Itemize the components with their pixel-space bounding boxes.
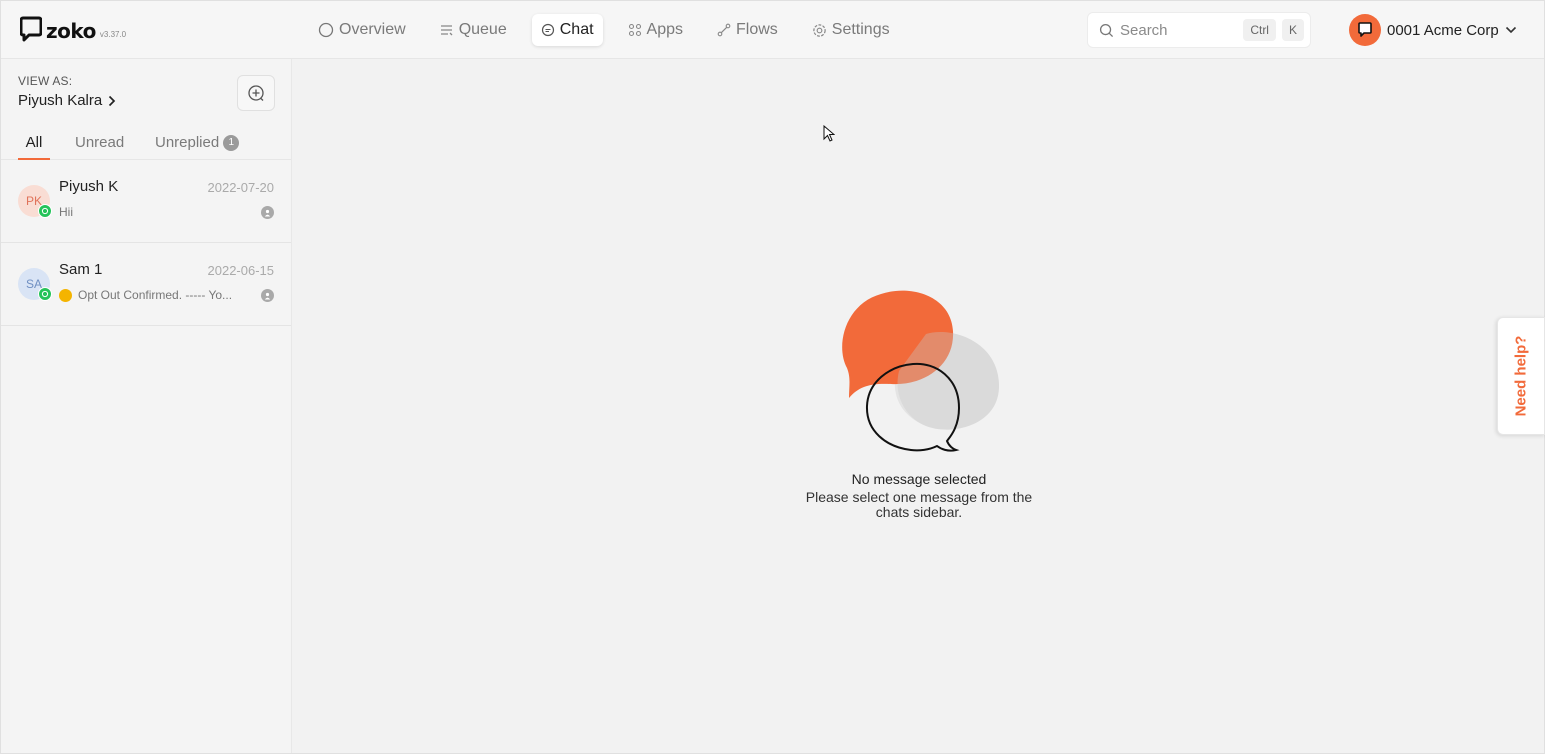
- logo[interactable]: zoko v3.37.0: [20, 16, 126, 42]
- whatsapp-icon: [38, 287, 52, 301]
- nav-overview-label: Overview: [339, 21, 406, 38]
- chevron-down-icon: [1505, 26, 1516, 34]
- unreplied-count-badge: 1: [223, 135, 240, 151]
- org-name: 0001 Acme Corp: [1387, 21, 1499, 39]
- nav-overview[interactable]: Overview: [309, 14, 415, 46]
- nav-flows-label: Flows: [736, 21, 778, 38]
- chat-date: 2022-07-20: [207, 180, 275, 195]
- chat-sidebar: VIEW AS: Piyush Kalra All Unread Unrepli…: [1, 59, 292, 753]
- logo-icon: [20, 16, 42, 42]
- view-as-user-selector[interactable]: Piyush Kalra: [18, 92, 116, 109]
- top-bar: zoko v3.37.0 Overview Queue Chat Apps Fl…: [1, 1, 1544, 59]
- chat-filter-tabs: All Unread Unreplied 1: [1, 131, 291, 160]
- org-avatar: [1349, 14, 1381, 46]
- nav-flows[interactable]: Flows: [708, 14, 787, 46]
- main-nav: Overview Queue Chat Apps Flows Settings: [309, 13, 915, 47]
- gear-icon: [813, 23, 826, 37]
- search-icon: [1099, 23, 1114, 37]
- apps-grid-icon: [628, 23, 641, 37]
- need-help-label: Need help?: [1512, 335, 1530, 417]
- nav-settings-label: Settings: [831, 21, 890, 38]
- org-logo-icon: [1358, 22, 1372, 37]
- chat-preview-text: Hii: [59, 205, 73, 219]
- whatsapp-icon: [38, 204, 52, 218]
- emoji-icon: [59, 288, 72, 302]
- tab-unread-label: Unread: [75, 134, 125, 151]
- view-as-label: VIEW AS:: [18, 74, 73, 88]
- nav-settings[interactable]: Settings: [803, 14, 899, 46]
- shortcut-ctrl: Ctrl: [1243, 19, 1276, 41]
- chat-list-item[interactable]: SA Sam 1 2022-06-15 Opt Out Confirmed. -…: [1, 243, 291, 326]
- new-chat-icon: [248, 85, 264, 101]
- tab-unreplied[interactable]: Unreplied 1: [155, 134, 240, 160]
- chat-preview: Hii: [59, 205, 73, 219]
- chat-contact-name: Sam 1: [59, 261, 103, 278]
- mouse-cursor-icon: [823, 125, 835, 142]
- nav-chat-label: Chat: [559, 21, 594, 38]
- shortcut-k: K: [1281, 19, 1304, 41]
- tab-all[interactable]: All: [18, 134, 50, 160]
- nav-chat[interactable]: Chat: [531, 14, 603, 46]
- chat-contact-name: Piyush K: [59, 178, 119, 195]
- empty-chat-illustration: [842, 290, 999, 452]
- circle-icon: [318, 22, 334, 38]
- chat-list-item[interactable]: PK Piyush K 2022-07-20 Hii: [1, 160, 291, 243]
- agent-status-icon: [261, 206, 274, 219]
- org-switcher[interactable]: 0001 Acme Corp: [1349, 14, 1517, 46]
- search-placeholder: Search: [1120, 21, 1168, 39]
- flow-icon: [717, 23, 731, 37]
- nav-apps[interactable]: Apps: [619, 14, 692, 46]
- view-as-user-name: Piyush Kalra: [18, 92, 103, 109]
- search-box[interactable]: Search Ctrl K: [1087, 12, 1311, 48]
- empty-state-title: No message selected: [851, 471, 987, 487]
- nav-queue-label: Queue: [458, 21, 507, 38]
- tab-unread[interactable]: Unread: [75, 134, 124, 160]
- tab-unreplied-label: Unreplied: [155, 134, 220, 151]
- new-chat-button[interactable]: [237, 75, 275, 111]
- chat-preview-text: Opt Out Confirmed. ----- Yo...: [78, 288, 233, 302]
- tab-all-label: All: [25, 134, 43, 151]
- app-name: zoko: [46, 19, 96, 43]
- empty-state-subtitle: Please select one message from the chats…: [805, 489, 1033, 520]
- agent-status-icon: [261, 289, 274, 302]
- need-help-button[interactable]: Need help?: [1497, 317, 1545, 435]
- queue-icon: [440, 25, 453, 36]
- chat-preview: Opt Out Confirmed. ----- Yo...: [59, 288, 232, 302]
- app-version: v3.37.0: [99, 30, 127, 39]
- chat-date: 2022-06-15: [207, 263, 275, 278]
- nav-queue[interactable]: Queue: [431, 14, 516, 46]
- nav-apps-label: Apps: [646, 21, 683, 38]
- app-window: zoko v3.37.0 Overview Queue Chat Apps Fl…: [0, 0, 1545, 754]
- chevron-right-icon: [109, 95, 116, 106]
- chat-icon: [541, 23, 554, 37]
